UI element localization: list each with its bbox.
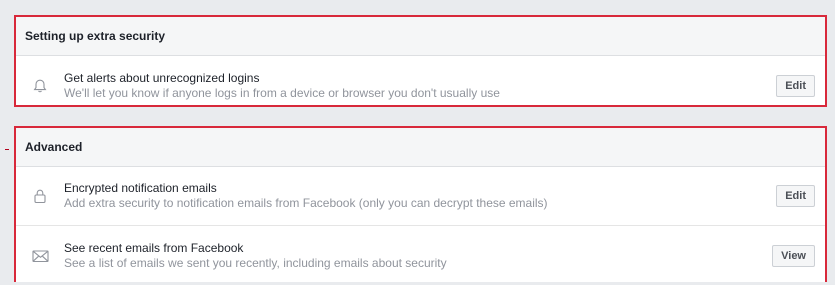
edit-login-alerts-button[interactable]: Edit [776,74,815,97]
row-subtitle: We'll let you know if anyone logs in fro… [64,85,500,100]
view-recent-emails-button[interactable]: View [772,244,815,267]
recent-emails-row[interactable]: See recent emails from Facebook See a li… [16,226,825,285]
section-header: Advanced [16,128,825,167]
row-subtitle: Add extra security to notification email… [64,196,548,210]
row-title: Encrypted notification emails [64,181,217,195]
page-top-bar [0,0,835,10]
row-title: See recent emails from Facebook [64,240,244,255]
bell-icon [16,56,64,115]
lock-icon [16,167,64,225]
row-subtitle: See a list of emails we sent you recentl… [64,255,447,270]
envelope-icon [16,226,64,285]
row-text: Get alerts about unrecognized logins We'… [64,71,825,101]
edit-encrypted-emails-button[interactable]: Edit [776,185,815,207]
section-title: Advanced [25,140,83,154]
row-text: Encrypted notification emails Add extra … [64,181,825,211]
encrypted-emails-row[interactable]: Encrypted notification emails Add extra … [16,167,825,226]
section-title: Setting up extra security [25,29,166,43]
row-title: Get alerts about unrecognized logins [64,70,260,85]
row-text: See recent emails from Facebook See a li… [64,241,825,271]
side-marker [5,149,9,150]
section-header: Setting up extra security [16,17,825,56]
login-alerts-row[interactable]: Get alerts about unrecognized logins We'… [16,56,825,115]
advanced-section: Advanced Encrypted notification emails A… [14,126,827,282]
extra-security-section: Setting up extra security Get alerts abo… [14,15,827,107]
